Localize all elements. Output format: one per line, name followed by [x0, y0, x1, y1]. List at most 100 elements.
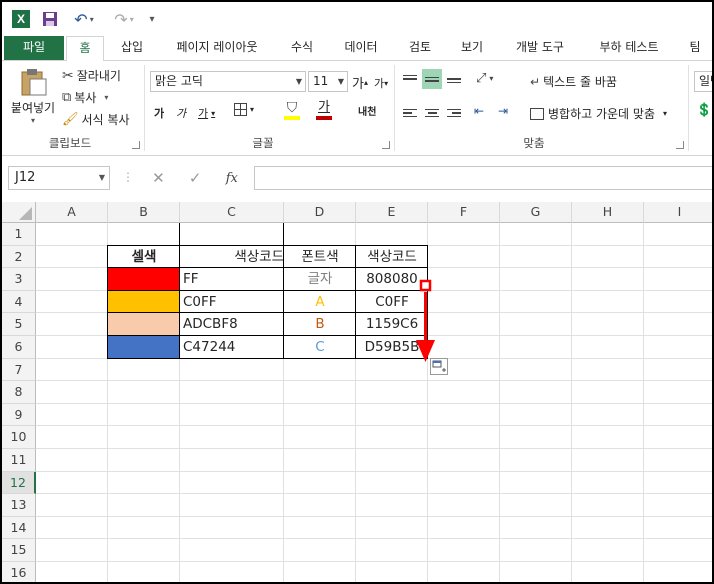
tab-data[interactable]: 데이터 [332, 36, 390, 60]
row-header-7[interactable]: 7 [2, 358, 36, 382]
header-cell-color[interactable]: 셀색 [108, 246, 180, 269]
column-header-e[interactable]: E [356, 202, 428, 223]
worksheet-grid[interactable]: A B C D E F G H I 1 2 3 4 5 6 7 8 9 10 11 12 13 14 15 16 셀색 색상코드 폰트… [2, 202, 712, 582]
row-header-2[interactable]: 2 [2, 245, 36, 269]
wrap-text-button[interactable]: ↵ 텍스트 줄 바꿈 [530, 73, 617, 90]
color-code-cell[interactable]: FF [180, 268, 284, 291]
align-middle-icon[interactable] [422, 69, 442, 89]
formula-input[interactable] [254, 166, 712, 190]
tab-formulas[interactable]: 수식 [280, 36, 324, 60]
align-center-icon[interactable] [422, 103, 442, 123]
tab-view[interactable]: 보기 [450, 36, 494, 60]
italic-button[interactable]: 가 [176, 105, 186, 121]
tab-developer[interactable]: 개발 도구 [502, 36, 578, 60]
insert-function-icon[interactable]: fx [226, 171, 238, 186]
row-header-14[interactable]: 14 [2, 516, 36, 540]
font-color-sample-cell[interactable]: 글자 [284, 268, 356, 291]
paste-button[interactable]: 붙여넣기 ▾ [10, 67, 56, 127]
column-header-f[interactable]: F [428, 202, 500, 223]
font-size-select[interactable]: 11 ▼ [308, 71, 348, 92]
column-header-c[interactable]: C [180, 202, 284, 223]
undo-icon[interactable]: ↶ ▾ [68, 2, 100, 36]
row-header-6[interactable]: 6 [2, 336, 36, 359]
column-header-i[interactable]: I [644, 202, 712, 223]
excel-logo-icon[interactable]: X [10, 2, 32, 36]
row-header-15[interactable]: 15 [2, 539, 36, 562]
fill-color-button[interactable]: ⛉ [284, 101, 300, 120]
grow-font-button[interactable]: 가 ▴ [352, 73, 368, 92]
tab-insert[interactable]: 삽입 [110, 36, 154, 60]
header-color-code[interactable]: 색상코드 [180, 246, 284, 269]
color-swatch-cell[interactable] [108, 290, 180, 314]
tab-page-layout[interactable]: 페이지 레이아웃 [162, 36, 272, 60]
row-header-5[interactable]: 5 [2, 313, 36, 336]
merge-cells-icon [530, 107, 544, 120]
phonetic-button[interactable]: 내천 [358, 103, 376, 118]
column-header-g[interactable]: G [500, 202, 572, 223]
auto-fill-glyph [432, 360, 446, 372]
borders-button[interactable]: ▾ [234, 103, 254, 116]
row-header-1[interactable]: 1 [2, 223, 36, 246]
tab-file[interactable]: 파일 [4, 36, 64, 60]
font-launcher-icon[interactable] [382, 141, 390, 149]
auto-fill-options-icon[interactable] [430, 358, 448, 375]
clipboard-launcher-icon[interactable] [132, 141, 140, 149]
tab-review[interactable]: 검토 [398, 36, 442, 60]
row-header-8[interactable]: 8 [2, 381, 36, 404]
alignment-group-label: 맞춤 [523, 136, 545, 150]
table-border [107, 289, 428, 291]
font-name-select[interactable]: 맑은 고딕 ▼ [150, 71, 306, 92]
column-header-a[interactable]: A [36, 202, 108, 223]
underline-button[interactable]: 가 ▾ [198, 105, 215, 121]
alignment-launcher-icon[interactable] [676, 141, 684, 149]
align-left-icon[interactable] [400, 103, 420, 123]
color-swatch-cell[interactable] [108, 313, 180, 336]
column-header-b[interactable]: B [108, 202, 180, 223]
row-header-9[interactable]: 9 [2, 403, 36, 427]
row-header-11[interactable]: 11 [2, 449, 36, 472]
orientation-icon[interactable]: ⤢ ▾ [476, 71, 493, 86]
redo-icon[interactable]: ↷ ▾ [108, 2, 140, 36]
tab-home[interactable]: 홈 [66, 36, 104, 61]
increase-indent-icon[interactable]: ⇥ [498, 104, 508, 118]
row-header-3[interactable]: 3 [2, 268, 36, 291]
header-font-color[interactable]: 폰트색 [284, 246, 356, 269]
format-painter-button[interactable]: 🖌 서식 복사 [62, 111, 130, 128]
header-color-code-2[interactable]: 색상코드 [356, 246, 428, 269]
decrease-indent-icon[interactable]: ⇤ [474, 104, 484, 118]
align-top-icon[interactable] [400, 69, 420, 89]
select-all-button[interactable] [2, 202, 36, 223]
align-bottom-icon[interactable] [444, 69, 464, 89]
color-swatch-cell[interactable] [108, 336, 180, 359]
row-header-12[interactable]: 12 [2, 471, 36, 495]
cut-button[interactable]: ✂ 잘라내기 [62, 67, 121, 84]
column-header-d[interactable]: D [284, 202, 356, 223]
bold-button[interactable]: 가 [154, 105, 164, 121]
font-color-button[interactable]: 가 [316, 101, 332, 120]
customize-qat-icon[interactable]: ▾ [144, 2, 160, 36]
cancel-icon[interactable]: ✕ [152, 169, 165, 187]
shrink-font-button[interactable]: 가 ▾ [374, 75, 388, 91]
row-header-13[interactable]: 13 [2, 494, 36, 517]
row-header-10[interactable]: 10 [2, 426, 36, 449]
font-color-sample-cell[interactable]: B [284, 313, 356, 336]
color-code-cell[interactable]: C0FF [180, 291, 284, 314]
color-code-cell[interactable]: ADCBF8 [180, 313, 284, 336]
row-header-4[interactable]: 4 [2, 290, 36, 314]
font-color-sample-cell[interactable]: A [284, 291, 356, 314]
number-format-select[interactable]: 일반 [694, 71, 712, 92]
merge-center-button[interactable]: 병합하고 가운데 맞춤 ▾ [530, 105, 667, 122]
enter-icon[interactable]: ✓ [189, 169, 202, 187]
tab-load-test[interactable]: 부하 테스트 [586, 36, 672, 60]
font-color-sample-cell[interactable]: C [284, 336, 356, 359]
accounting-format-icon[interactable]: 💲 [696, 103, 712, 118]
row-header-16[interactable]: 16 [2, 562, 36, 582]
copy-button[interactable]: ⧉ 복사 ▾ [62, 89, 108, 106]
align-right-icon[interactable] [444, 103, 464, 123]
name-box[interactable]: J12 ▼ [8, 166, 110, 190]
tab-team[interactable]: 팀 [680, 36, 710, 60]
color-swatch-cell[interactable] [108, 268, 180, 291]
save-icon[interactable] [40, 2, 60, 36]
column-header-h[interactable]: H [572, 202, 644, 223]
color-code-cell[interactable]: C47244 [180, 336, 284, 359]
